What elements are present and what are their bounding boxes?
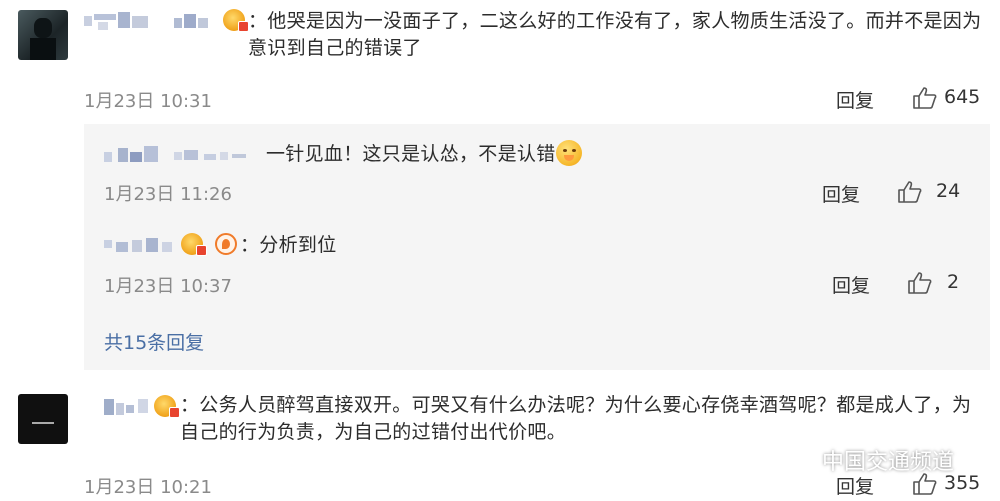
reply-text-content: 一针见血！这只是认怂，不是认错 bbox=[266, 143, 556, 165]
reply-button[interactable]: 回复 bbox=[836, 472, 874, 499]
reply-time: 1月23日 11:26 bbox=[104, 184, 232, 205]
reply-button[interactable]: 回复 bbox=[832, 271, 870, 298]
reply-button[interactable]: 回复 bbox=[822, 180, 860, 207]
avatar[interactable] bbox=[18, 10, 68, 60]
wechat-icon bbox=[786, 448, 816, 471]
more-replies-link[interactable]: 共15条回复 bbox=[104, 328, 204, 355]
watermark-text: 中国交通频道 bbox=[822, 450, 955, 475]
thumbs-up-icon[interactable] bbox=[912, 86, 938, 110]
comment-text: ：他哭是因为一没面子了，二这么好的工作没有了，家人物质生活没了。而并不是因为意识… bbox=[248, 10, 982, 59]
like-count: 2 bbox=[947, 271, 960, 293]
comment-text: ：公务人员醉驾直接双开。可哭又有什么办法呢？为什么要心存侥幸酒驾呢？都是成人了，… bbox=[180, 394, 972, 443]
avatar[interactable] bbox=[18, 394, 68, 444]
username-blurred[interactable] bbox=[104, 234, 179, 256]
like-count: 645 bbox=[944, 86, 981, 108]
sweat-smile-emoji bbox=[555, 140, 582, 166]
username-blurred[interactable] bbox=[104, 144, 254, 166]
username-blurred[interactable] bbox=[104, 395, 152, 417]
like-count: 24 bbox=[936, 180, 961, 202]
thumbs-up-icon[interactable] bbox=[907, 271, 933, 295]
comment-time: 1月23日 10:31 bbox=[84, 91, 212, 112]
vip-badge-icon bbox=[223, 9, 249, 32]
reply-text: ：分析到位 bbox=[240, 234, 337, 256]
reply-button[interactable]: 回复 bbox=[836, 86, 874, 113]
vip-badge-icon bbox=[181, 233, 207, 256]
comment-time: 1月23日 10:21 bbox=[84, 477, 212, 498]
vip-badge-icon bbox=[154, 395, 180, 418]
reply-time: 1月23日 10:37 bbox=[104, 276, 232, 297]
username-blurred[interactable] bbox=[84, 10, 224, 32]
reply-text: 一针见血！这只是认怂，不是认错 bbox=[266, 140, 666, 168]
thumbs-up-icon[interactable] bbox=[897, 180, 923, 204]
fan-badge-icon bbox=[215, 233, 237, 255]
